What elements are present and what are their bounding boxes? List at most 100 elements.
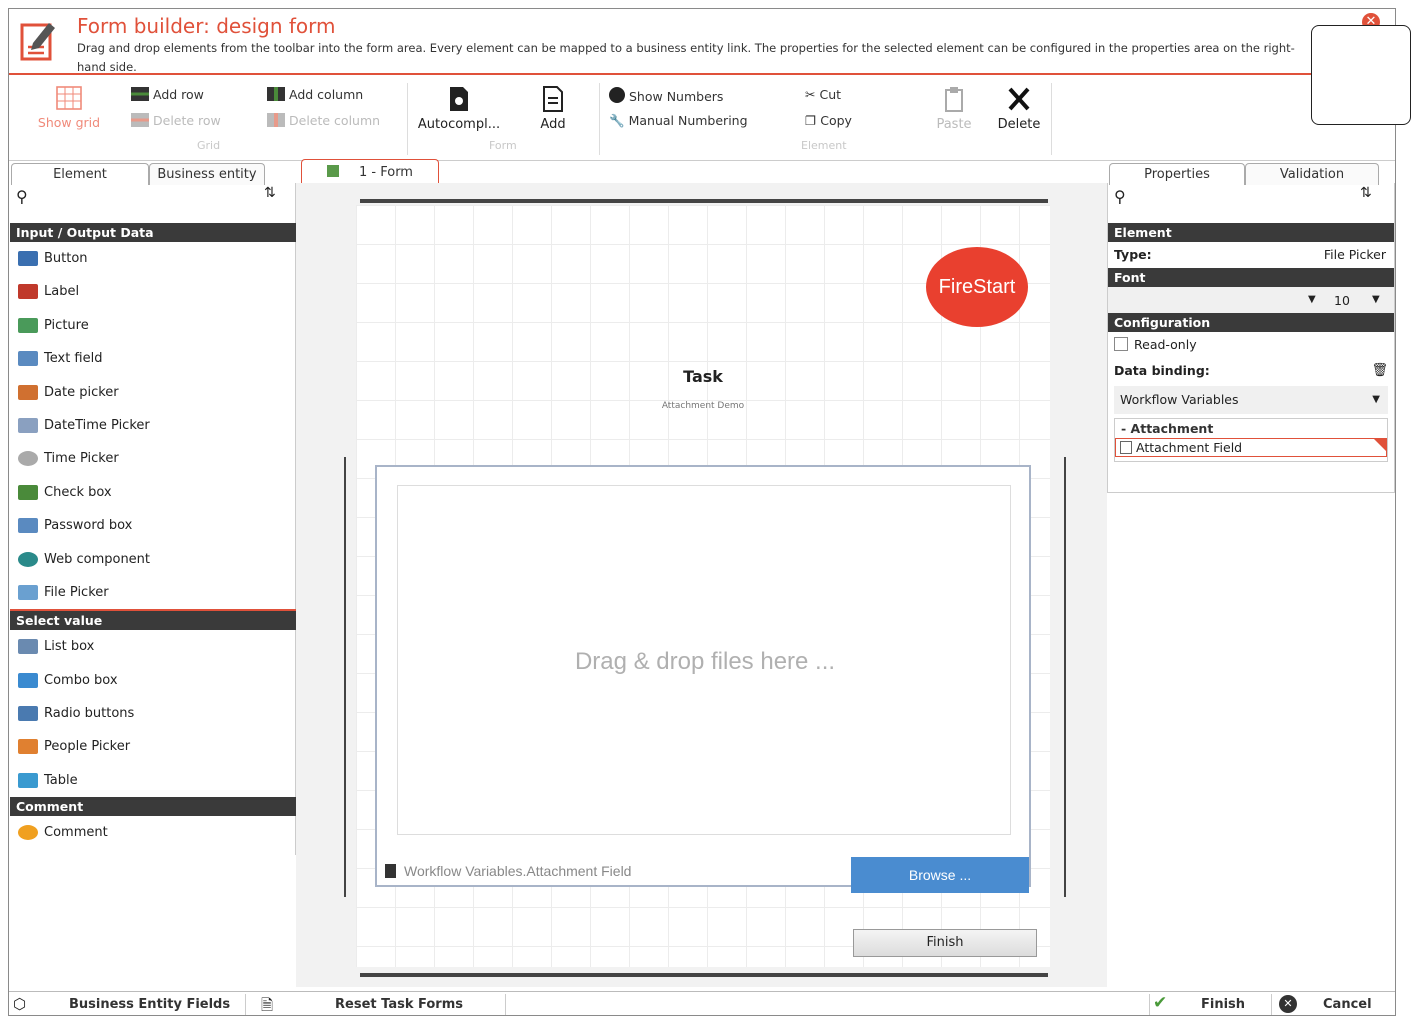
- sort-icon[interactable]: ⇅: [1360, 185, 1372, 201]
- data-binding-label: Data binding:: [1114, 363, 1210, 378]
- toolbox-item-file-picker[interactable]: File Picker: [10, 576, 296, 609]
- radio-icon: [18, 706, 38, 722]
- toolbox-item-list-box[interactable]: List box: [10, 630, 296, 663]
- tab-business-entity[interactable]: Business entity: [149, 163, 265, 185]
- font-family-dropdown-icon[interactable]: ▼: [1308, 287, 1316, 313]
- delete-button[interactable]: Delete: [993, 85, 1045, 132]
- cancel-icon: ✕: [1279, 995, 1297, 1013]
- person-icon: [18, 739, 38, 755]
- font-size-value[interactable]: 10: [1334, 288, 1350, 314]
- toolbox-item-text-field[interactable]: Text field: [10, 342, 296, 375]
- reset-task-forms-button[interactable]: Reset Task Forms: [335, 997, 463, 1012]
- tab-properties[interactable]: Properties: [1109, 163, 1245, 185]
- copy-button[interactable]: ❐ Copy: [805, 113, 852, 128]
- form-title[interactable]: Task: [356, 367, 1050, 386]
- trash-icon[interactable]: 🗑: [1371, 358, 1388, 384]
- left-column-marker[interactable]: [344, 457, 354, 897]
- category-font[interactable]: Font: [1108, 268, 1394, 287]
- grid-group-label: Grid: [197, 139, 221, 152]
- form-subtitle[interactable]: Attachment Demo: [356, 401, 1050, 411]
- tree-node-attachment[interactable]: - Attachment: [1115, 419, 1387, 438]
- cube-icon: ⬡: [13, 995, 27, 1013]
- status-divider: [245, 994, 246, 1015]
- binding-source-dropdown[interactable]: Workflow Variables ▼: [1114, 386, 1388, 414]
- add-label: Add: [540, 117, 566, 132]
- toolbox-item-label[interactable]: Label: [10, 275, 296, 308]
- status-divider: [1149, 994, 1150, 1015]
- toolbox-item-password-box[interactable]: Password box: [10, 509, 296, 542]
- design-form-icon: [20, 23, 55, 61]
- category-items: List box Combo box Radio buttons People Pic…: [10, 630, 296, 797]
- toolbox-item-time-picker[interactable]: Time Picker: [10, 442, 296, 475]
- toolbox-item-comment[interactable]: Comment: [10, 816, 296, 849]
- field-icon: [1120, 441, 1132, 454]
- show-numbers-button[interactable]: Show Numbers: [609, 87, 723, 104]
- font-size-dropdown-icon[interactable]: ▼: [1372, 287, 1380, 313]
- form-group-label: Form: [489, 139, 517, 152]
- category-comment[interactable]: Comment: [10, 797, 296, 817]
- readonly-row[interactable]: Read-only: [1108, 332, 1394, 358]
- manual-numbering-button[interactable]: 🔧 Manual Numbering: [609, 113, 748, 129]
- bottom-row-marker[interactable]: [360, 973, 1048, 977]
- toolbox-item-label: Password box: [44, 518, 133, 534]
- file-binding-field[interactable]: Workflow Variables.Attachment Field: [385, 863, 631, 879]
- toolbar-divider: [599, 83, 600, 155]
- category-configuration[interactable]: Configuration: [1108, 313, 1394, 332]
- delete-label: Delete: [997, 117, 1041, 132]
- toolbox-item-button[interactable]: Button: [10, 242, 296, 275]
- business-entity-fields-button[interactable]: Business Entity Fields: [69, 997, 230, 1012]
- font-row[interactable]: ▼ 10 ▼: [1108, 287, 1394, 313]
- tab-element[interactable]: Element: [11, 163, 149, 185]
- autocomplete-button[interactable]: Autocompl...: [413, 85, 505, 132]
- toolbox-item-people-picker[interactable]: People Picker: [10, 730, 296, 763]
- tab-validation[interactable]: Validation: [1245, 163, 1379, 185]
- tab-form[interactable]: 1 - Form: [301, 159, 439, 185]
- delete-column-button[interactable]: Delete column: [267, 113, 380, 128]
- toolbox-item-check-box[interactable]: Check box: [10, 476, 296, 509]
- form-design-area: FireStart Task Attachment Demo Drag & dr…: [296, 183, 1107, 987]
- paste-button[interactable]: Paste: [929, 85, 979, 132]
- add-row-label: Add row: [153, 87, 204, 102]
- browse-button[interactable]: Browse ...: [851, 857, 1029, 893]
- delete-row-button[interactable]: Delete row: [131, 113, 221, 128]
- add-button[interactable]: Add: [531, 85, 575, 132]
- search-icon[interactable]: ⚲: [1114, 187, 1126, 206]
- toolbox-item-picture[interactable]: Picture: [10, 309, 296, 342]
- toolbox-item-web-component[interactable]: Web component: [10, 543, 296, 576]
- header: Form builder: design form Drag and drop …: [9, 9, 1395, 75]
- category-element[interactable]: Element: [1108, 223, 1394, 242]
- finish-button[interactable]: Finish: [1201, 997, 1245, 1012]
- toolbox-item-date-picker[interactable]: Date picker: [10, 376, 296, 409]
- add-column-label: Add column: [289, 87, 364, 102]
- toolbox-item-table[interactable]: Table: [10, 764, 296, 797]
- show-grid-button[interactable]: Show grid: [31, 85, 107, 130]
- add-row-button[interactable]: Add row: [131, 87, 204, 102]
- readonly-checkbox[interactable]: [1114, 337, 1128, 351]
- category-select-value[interactable]: Select value: [10, 611, 296, 631]
- sort-icon[interactable]: ⇅: [264, 185, 276, 201]
- drop-zone[interactable]: Drag & drop files here ...: [397, 485, 1011, 835]
- file-picker-element[interactable]: Drag & drop files here ... Workflow Vari…: [375, 465, 1031, 893]
- right-column-marker[interactable]: [1056, 457, 1066, 897]
- password-icon: [18, 518, 38, 534]
- toolbox-item-combo-box[interactable]: Combo box: [10, 664, 296, 697]
- toolbox-item-radio-buttons[interactable]: Radio buttons: [10, 697, 296, 730]
- category-input-output[interactable]: Input / Output Data: [10, 223, 296, 242]
- cancel-button[interactable]: Cancel: [1323, 997, 1372, 1012]
- add-column-button[interactable]: Add column: [267, 87, 363, 102]
- reset-forms-icon: 🗎: [261, 996, 274, 1014]
- toolbox-item-label: File Picker: [44, 584, 109, 600]
- tree-node-attachment-field[interactable]: Attachment Field: [1115, 438, 1387, 457]
- binding-tree: - Attachment Attachment Field: [1114, 418, 1388, 462]
- show-grid-label: Show grid: [37, 115, 101, 130]
- binding-source-value: Workflow Variables: [1120, 392, 1239, 407]
- search-icon[interactable]: ⚲: [16, 187, 28, 206]
- cut-button[interactable]: ✂ Cut: [805, 87, 841, 102]
- toolbar-divider: [407, 83, 408, 155]
- readonly-label: Read-only: [1134, 337, 1197, 352]
- top-row-marker[interactable]: [360, 199, 1048, 203]
- autocomplete-icon: [450, 87, 468, 111]
- form-finish-button[interactable]: Finish: [853, 929, 1037, 957]
- delete-column-icon: [267, 113, 285, 127]
- toolbox-item-datetime-picker[interactable]: DateTime Picker: [10, 409, 296, 442]
